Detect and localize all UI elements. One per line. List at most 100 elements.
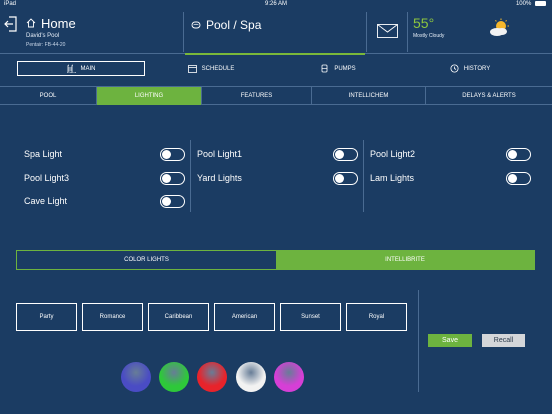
- tab-bar: POOL LIGHTING FEATURES INTELLICHEM DELAY…: [0, 86, 552, 105]
- battery-percent: 100%: [515, 1, 532, 8]
- tab-lighting-label: LIGHTING: [134, 93, 164, 99]
- light-toggle-yard-lights[interactable]: [333, 172, 358, 185]
- light-label: Spa Light: [24, 149, 63, 159]
- section-underline: [185, 53, 365, 55]
- tab-intellichem-label: INTELLICHEM: [348, 93, 389, 99]
- battery-indicator: 100%: [516, 1, 546, 7]
- scene-label: Caribbean: [164, 314, 193, 320]
- light-toggle-cave-light[interactable]: [160, 195, 185, 208]
- toggle-knob: [162, 174, 171, 183]
- color-magenta-button[interactable]: [274, 362, 304, 392]
- light-label: Pool Light1: [197, 149, 243, 159]
- light-toggle-pool-light2[interactable]: [506, 148, 531, 161]
- weather-description: Mostly Cloudy: [413, 33, 445, 39]
- light-mode-selector: COLOR LIGHTS INTELLIBRITE: [16, 250, 535, 270]
- column-divider: [190, 140, 191, 212]
- toggle-knob: [335, 150, 344, 159]
- light-toggle-lam-lights[interactable]: [506, 172, 531, 185]
- toggle-knob: [508, 150, 517, 159]
- light-row-lam-lights: Lam Lights: [370, 170, 540, 188]
- color-lights-label: COLOR LIGHTS: [124, 257, 169, 263]
- calendar-icon: [187, 65, 197, 73]
- section-title: Pool / Spa: [206, 18, 262, 32]
- scene-royal-button[interactable]: Royal: [346, 303, 407, 331]
- save-button[interactable]: Save: [428, 334, 472, 347]
- light-label: Pool Light3: [24, 173, 70, 183]
- messages-button[interactable]: [366, 12, 408, 52]
- scene-party-button[interactable]: Party: [16, 303, 77, 331]
- menu-schedule-label: SCHEDULE: [201, 65, 235, 72]
- tab-features[interactable]: FEATURES: [202, 87, 312, 105]
- logout-icon[interactable]: [4, 16, 18, 32]
- scene-romance-button[interactable]: Romance: [82, 303, 143, 331]
- home-title: Home: [41, 16, 76, 31]
- intellibrite-label: INTELLIBRITE: [385, 257, 425, 263]
- main-menu: MAIN SCHEDULE PUMPS HISTORY: [0, 56, 552, 84]
- tab-delays-alerts[interactable]: DELAYS & ALERTS: [426, 87, 552, 105]
- toggle-knob: [508, 174, 517, 183]
- tab-intellichem[interactable]: INTELLICHEM: [312, 87, 426, 105]
- recall-button[interactable]: Recall: [482, 334, 525, 347]
- menu-main[interactable]: MAIN: [17, 61, 145, 76]
- column-divider: [363, 140, 364, 212]
- tab-pool[interactable]: POOL: [0, 87, 97, 105]
- light-row-pool-light2: Pool Light2: [370, 146, 540, 164]
- mail-icon: [377, 24, 398, 38]
- menu-schedule[interactable]: SCHEDULE: [175, 61, 247, 76]
- status-bar: iPad 9:26 AM 100%: [0, 0, 552, 10]
- scene-label: Romance: [99, 314, 126, 320]
- scene-label: Sunset: [301, 314, 320, 320]
- home-icon: [26, 18, 36, 28]
- scene-label: American: [231, 314, 258, 320]
- panel-divider: [418, 290, 419, 392]
- scene-sunset-button[interactable]: Sunset: [280, 303, 341, 331]
- color-lights-button[interactable]: COLOR LIGHTS: [17, 251, 276, 269]
- battery-icon: [535, 1, 546, 6]
- color-green-button[interactable]: [159, 362, 189, 392]
- partly-cloudy-icon: [490, 18, 509, 36]
- tab-features-label: FEATURES: [240, 93, 273, 99]
- weather-temperature: 55°: [413, 15, 435, 31]
- light-row-pool-light3: Pool Light3: [24, 170, 194, 188]
- color-white-button[interactable]: [236, 362, 266, 392]
- color-red-button[interactable]: [197, 362, 227, 392]
- light-toggle-spa-light[interactable]: [160, 148, 185, 161]
- tab-pool-label: POOL: [39, 93, 57, 99]
- tab-delays-alerts-label: DELAYS & ALERTS: [462, 93, 516, 99]
- app-header: Home David's Pool Pentair: FB-44-20 Pool…: [0, 10, 552, 55]
- scene-label: Royal: [368, 314, 385, 320]
- light-row-cave-light: Cave Light: [24, 193, 194, 211]
- pool-icon: [191, 21, 201, 29]
- save-label: Save: [442, 337, 458, 344]
- menu-main-label: MAIN: [80, 65, 96, 72]
- recall-label: Recall: [493, 337, 514, 344]
- device-id: Pentair: FB-44-20: [26, 42, 66, 48]
- light-label: Yard Lights: [197, 173, 242, 183]
- color-blue-button[interactable]: [121, 362, 151, 392]
- light-toggle-pool-light3[interactable]: [160, 172, 185, 185]
- pool-ladder-icon: [66, 64, 76, 73]
- light-row-pool-light1: Pool Light1: [197, 146, 367, 164]
- light-row-spa-light: Spa Light: [24, 146, 194, 164]
- tab-lighting[interactable]: LIGHTING: [97, 87, 202, 105]
- menu-history[interactable]: HISTORY: [440, 61, 500, 76]
- menu-history-label: HISTORY: [463, 65, 491, 72]
- menu-pumps[interactable]: PUMPS: [308, 61, 368, 76]
- home-block[interactable]: Home David's Pool Pentair: FB-44-20: [22, 12, 184, 52]
- clock: 9:26 AM: [264, 1, 287, 7]
- pump-icon: [321, 64, 328, 73]
- scene-american-button[interactable]: American: [214, 303, 275, 331]
- section-block[interactable]: Pool / Spa: [185, 12, 365, 55]
- toggle-knob: [162, 197, 171, 206]
- light-row-yard-lights: Yard Lights: [197, 170, 367, 188]
- intellibrite-button[interactable]: INTELLIBRITE: [276, 251, 534, 269]
- light-label: Pool Light2: [370, 149, 416, 159]
- toggle-knob: [162, 150, 171, 159]
- scene-caribbean-button[interactable]: Caribbean: [148, 303, 209, 331]
- scene-label: Party: [39, 314, 54, 320]
- light-label: Lam Lights: [370, 173, 415, 183]
- toggle-knob: [335, 174, 344, 183]
- light-label: Cave Light: [24, 196, 68, 206]
- light-toggle-pool-light1[interactable]: [333, 148, 358, 161]
- pool-name: David's Pool: [26, 33, 60, 39]
